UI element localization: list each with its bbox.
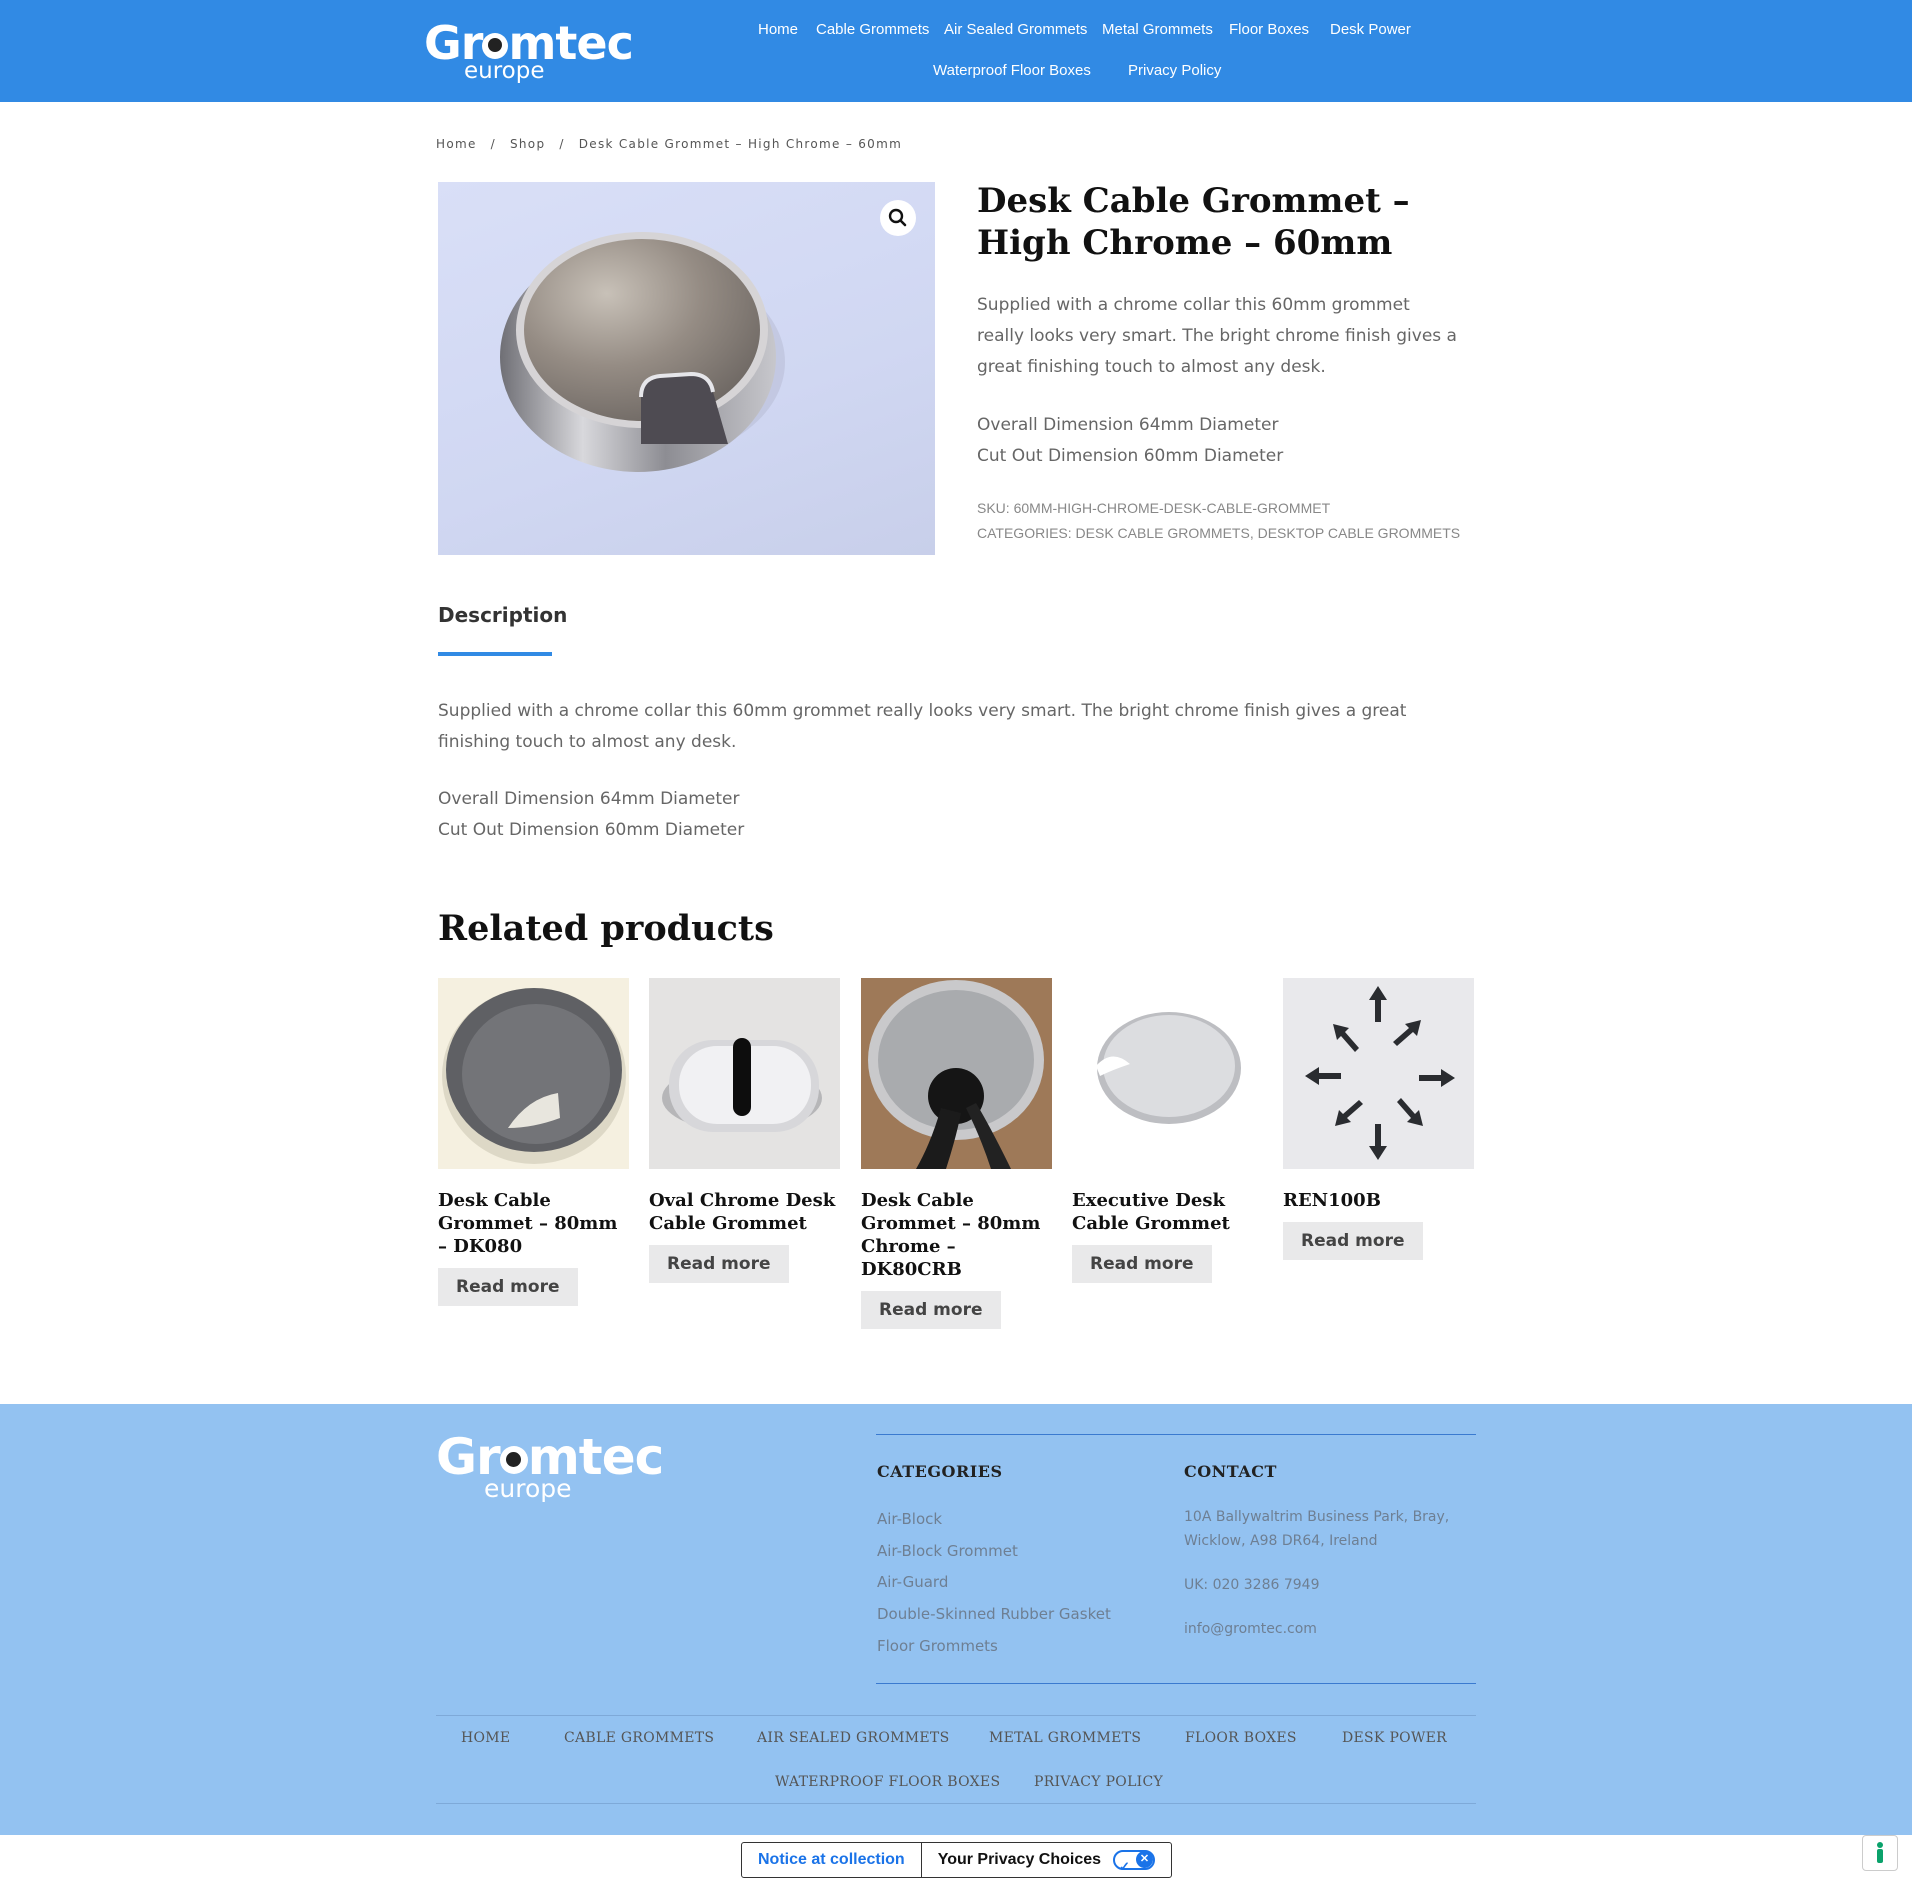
- categories-label: CATEGORIES:: [977, 525, 1072, 541]
- accessibility-icon: [1877, 1842, 1883, 1863]
- related-product-image[interactable]: [861, 978, 1052, 1169]
- category-link-desk-cable-grommets[interactable]: DESK CABLE GROMMETS: [1076, 525, 1250, 541]
- categories-separator: ,: [1249, 525, 1254, 541]
- site-logo[interactable]: Gr mtec europe: [424, 20, 634, 83]
- related-products-heading: Related products: [438, 908, 774, 949]
- nav-privacy-policy[interactable]: Privacy Policy: [1128, 62, 1221, 79]
- product-categories: CATEGORIES: DESK CABLE GROMMETS, DESKTOP…: [977, 525, 1460, 541]
- logo-eye-icon: [482, 33, 509, 59]
- privacy-choices-button[interactable]: Your Privacy Choices ✓ ✕: [922, 1843, 1171, 1877]
- related-product-title[interactable]: Oval Chrome Desk Cable Grommet: [649, 1189, 840, 1235]
- related-product-card: REN100B Read more: [1283, 978, 1474, 1260]
- breadcrumb: Home / Shop / Desk Cable Grommet – High Chro…: [436, 137, 902, 151]
- breadcrumb-home[interactable]: Home: [436, 137, 477, 151]
- related-product-image[interactable]: [1283, 978, 1474, 1169]
- footer-contact-heading: CONTACT: [1184, 1462, 1277, 1481]
- footer-nav-air-sealed-grommets[interactable]: AIR SEALED GROMMETS: [757, 1730, 949, 1746]
- footer-address: 10A Ballywaltrim Business Park, Bray, Wi…: [1184, 1505, 1449, 1553]
- related-product-title[interactable]: Desk Cable Grommet – 80mm Chrome – DK80C…: [861, 1189, 1052, 1281]
- product-image[interactable]: [438, 182, 935, 555]
- footer-phone[interactable]: UK: 020 3286 7949: [1184, 1573, 1319, 1597]
- read-more-button[interactable]: Read more: [1072, 1245, 1212, 1283]
- product-dim-overall: Overall Dimension 64mm Diameter: [977, 415, 1279, 435]
- category-link-desktop-cable-grommets[interactable]: DESKTOP CABLE GROMMETS: [1258, 525, 1461, 541]
- footer-category-link[interactable]: Double-Skinned Rubber Gasket: [877, 1605, 1111, 1623]
- footer-nav-floor-boxes[interactable]: FLOOR BOXES: [1185, 1730, 1297, 1746]
- description-dim-overall: Overall Dimension 64mm Diameter: [438, 789, 740, 809]
- read-more-button[interactable]: Read more: [649, 1245, 789, 1283]
- footer-nav-privacy-policy[interactable]: PRIVACY POLICY: [1034, 1774, 1163, 1790]
- footer-email[interactable]: info@gromtec.com: [1184, 1617, 1317, 1641]
- breadcrumb-shop[interactable]: Shop: [510, 137, 545, 151]
- related-product-card: Desk Cable Grommet – 80mm – DK080 Read m…: [438, 978, 629, 1306]
- product-grommet-illustration: [500, 232, 785, 472]
- related-product-image[interactable]: [1072, 978, 1263, 1169]
- product-summary: Supplied with a chrome collar this 60mm …: [977, 295, 1457, 377]
- privacy-bar: Notice at collection Your Privacy Choice…: [741, 1842, 1173, 1878]
- related-product-card: Desk Cable Grommet – 80mm Chrome – DK80C…: [861, 978, 1052, 1329]
- footer-divider: [876, 1683, 1476, 1684]
- breadcrumb-current: Desk Cable Grommet – High Chrome – 60mm: [578, 137, 903, 151]
- footer-nav-desk-power[interactable]: DESK POWER: [1342, 1730, 1447, 1746]
- related-product-image[interactable]: [649, 978, 840, 1169]
- related-product-title[interactable]: Executive Desk Cable Grommet: [1072, 1189, 1263, 1235]
- footer-categories-heading: CATEGORIES: [877, 1462, 1003, 1481]
- product-title: Desk Cable Grommet – High Chrome – 60mm: [977, 181, 1410, 263]
- tab-description[interactable]: Description: [438, 603, 567, 627]
- footer-category-link[interactable]: Air-Block: [877, 1510, 942, 1528]
- product-dim-cutout: Cut Out Dimension 60mm Diameter: [977, 446, 1284, 466]
- footer-category-link[interactable]: Air-Block Grommet: [877, 1542, 1018, 1560]
- breadcrumb-separator: /: [490, 137, 496, 151]
- nav-waterproof-floor-boxes[interactable]: Waterproof Floor Boxes: [933, 62, 1091, 79]
- accessibility-button[interactable]: [1862, 1835, 1898, 1871]
- footer-nav-bottom-border: [436, 1803, 1476, 1804]
- footer-category-link[interactable]: Floor Grommets: [877, 1637, 998, 1655]
- related-product-title[interactable]: REN100B: [1283, 1189, 1474, 1212]
- logo-eye-icon: [499, 1446, 528, 1474]
- footer-nav-top-border: [436, 1715, 1476, 1716]
- related-product-card: Executive Desk Cable Grommet Read more: [1072, 978, 1263, 1283]
- sku-label: SKU:: [977, 500, 1010, 516]
- read-more-button[interactable]: Read more: [1283, 1222, 1423, 1260]
- nav-home[interactable]: Home: [758, 21, 798, 38]
- magnifier-icon: [888, 208, 907, 227]
- related-product-card: Oval Chrome Desk Cable Grommet Read more: [649, 978, 840, 1283]
- read-more-button[interactable]: Read more: [438, 1268, 578, 1306]
- tab-active-indicator: [438, 652, 552, 656]
- breadcrumb-separator: /: [559, 137, 565, 151]
- sku-value: 60MM-HIGH-CHROME-DESK-CABLE-GROMMET: [1013, 500, 1331, 516]
- address-line: 10A Ballywaltrim Business Park, Bray,: [1184, 1509, 1450, 1525]
- related-product-image[interactable]: [438, 978, 629, 1169]
- related-product-title[interactable]: Desk Cable Grommet – 80mm – DK080: [438, 1189, 629, 1258]
- footer-nav-waterproof-floor-boxes[interactable]: WATERPROOF FLOOR BOXES: [775, 1774, 1000, 1790]
- nav-air-sealed-grommets[interactable]: Air Sealed Grommets: [944, 21, 1087, 38]
- nav-desk-power[interactable]: Desk Power: [1330, 21, 1411, 38]
- footer-nav-cable-grommets[interactable]: CABLE GROMMETS: [564, 1730, 714, 1746]
- address-line: Wicklow, A98 DR64, Ireland: [1184, 1533, 1378, 1549]
- footer-nav-home[interactable]: HOME: [461, 1730, 510, 1746]
- description-dim-cutout: Cut Out Dimension 60mm Diameter: [438, 820, 745, 840]
- description-text: Supplied with a chrome collar this 60mm …: [438, 701, 1407, 752]
- notice-at-collection-button[interactable]: Notice at collection: [742, 1843, 922, 1877]
- nav-metal-grommets[interactable]: Metal Grommets: [1102, 21, 1213, 38]
- product-sku: SKU: 60MM-HIGH-CHROME-DESK-CABLE-GROMMET: [977, 500, 1330, 516]
- nav-floor-boxes[interactable]: Floor Boxes: [1229, 21, 1309, 38]
- footer-category-link[interactable]: Air-Guard: [877, 1573, 948, 1591]
- site-header: Gr mtec europe Home Cable Grommets Air Se…: [0, 0, 1912, 102]
- privacy-toggle-icon: ✓ ✕: [1113, 1850, 1156, 1874]
- privacy-choices-label: Your Privacy Choices: [937, 1851, 1102, 1868]
- read-more-button[interactable]: Read more: [861, 1291, 1001, 1329]
- footer-logo[interactable]: Gr mtec europe: [436, 1432, 664, 1501]
- footer-divider: [876, 1434, 1476, 1435]
- footer-nav-metal-grommets[interactable]: METAL GROMMETS: [989, 1730, 1141, 1746]
- nav-cable-grommets[interactable]: Cable Grommets: [816, 21, 929, 38]
- zoom-button[interactable]: [880, 200, 916, 236]
